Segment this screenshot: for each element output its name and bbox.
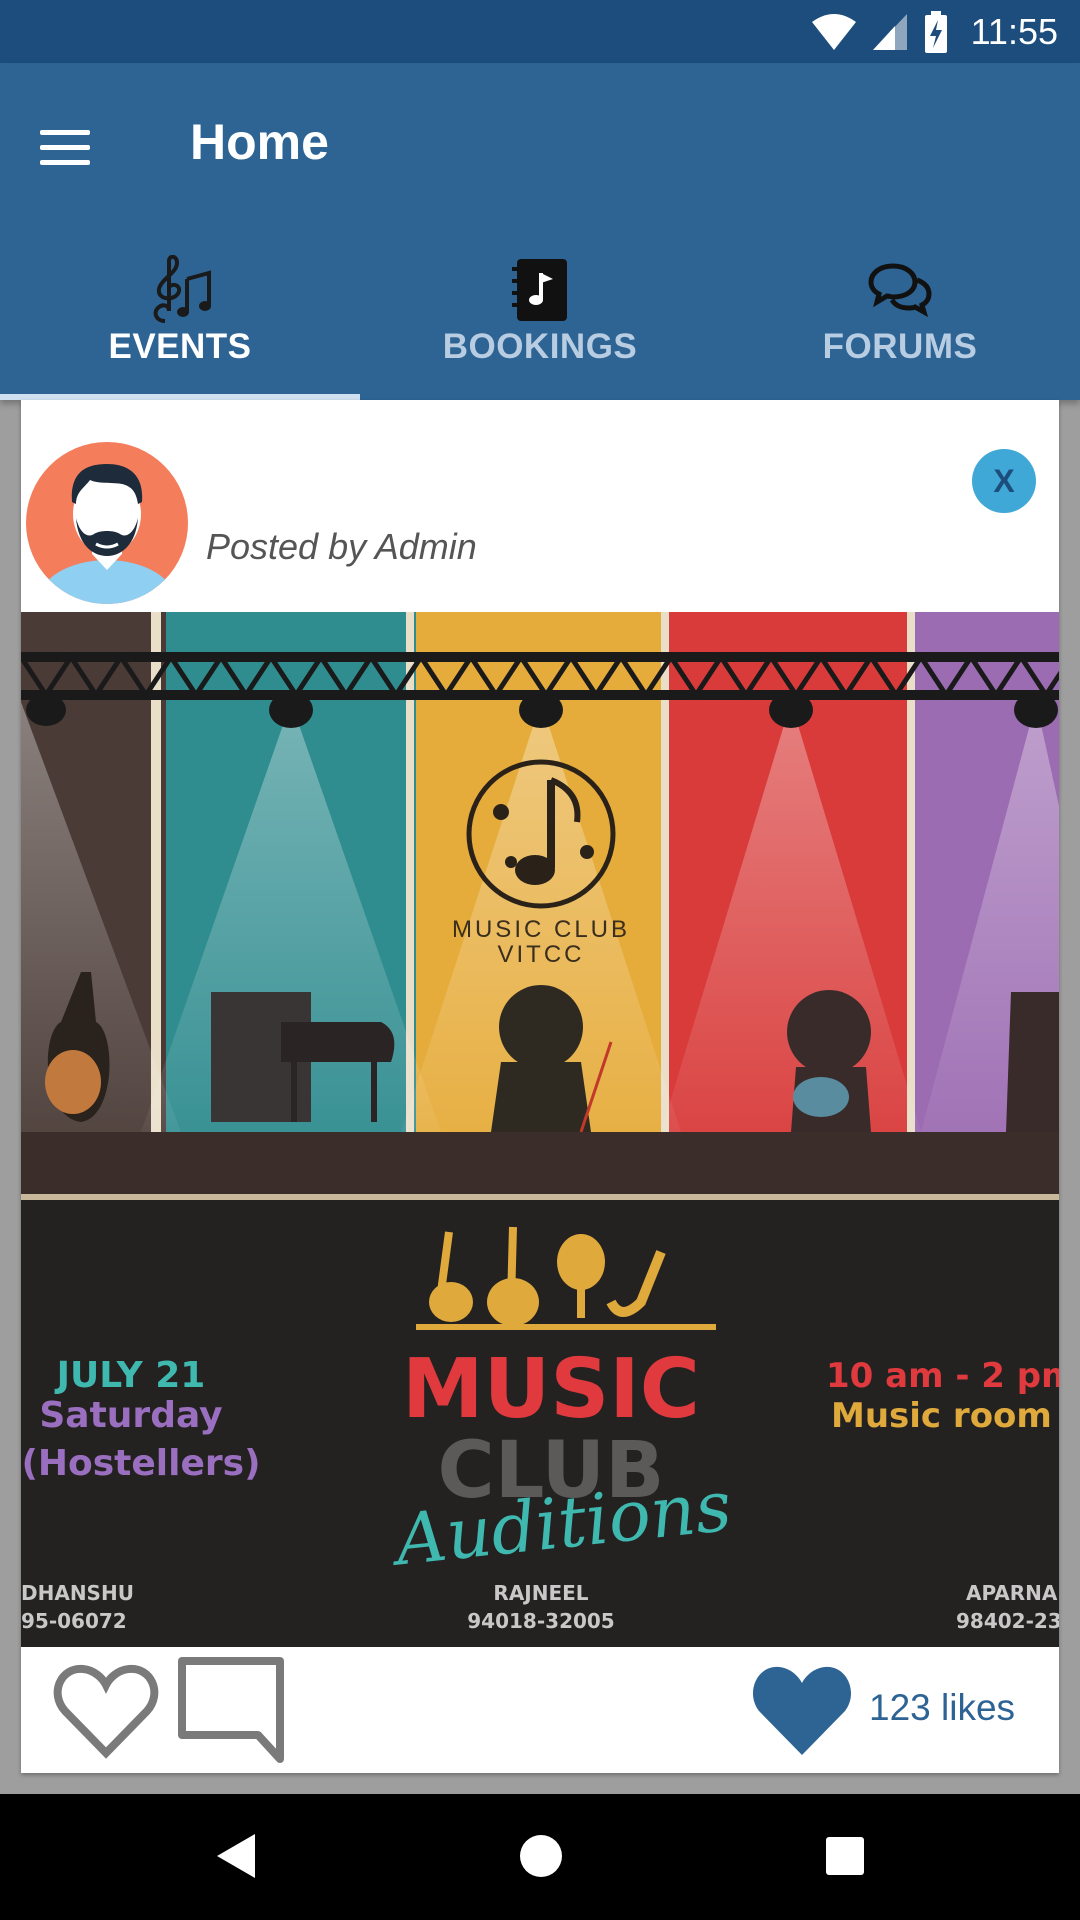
poster-date: JULY 21 <box>54 1355 206 1396</box>
poster-contact-name: APARNA <box>966 1581 1058 1605</box>
poster-logo-text-1: MUSIC CLUB <box>452 916 630 943</box>
event-card[interactable]: Posted by Admin X MUSIC CLUB VITCC MUSIC… <box>21 400 1059 1773</box>
poster-audience: (Hostellers) <box>21 1443 260 1484</box>
tab-forums[interactable]: FORUMS <box>720 223 1080 400</box>
back-icon[interactable] <box>213 1830 259 1882</box>
poster-contact-name: RAJNEEL <box>493 1581 588 1605</box>
poster-time: 10 am - 2 pm <box>826 1356 1059 1396</box>
navigation-bar <box>0 1794 1080 1920</box>
post-actions: 123 likes <box>21 1647 1059 1773</box>
poster-headline-1: MUSIC <box>402 1342 700 1437</box>
heart-filled-icon[interactable] <box>751 1663 853 1757</box>
tab-events[interactable]: EVENTS <box>0 223 360 400</box>
avatar <box>26 442 188 604</box>
chat-bubbles-icon <box>868 263 932 318</box>
poster-day: Saturday <box>39 1395 222 1436</box>
wifi-icon <box>811 14 856 50</box>
music-book-icon <box>512 259 567 321</box>
tab-bar: EVENTS BOOKINGS FORUMS <box>0 223 1080 400</box>
tab-label: BOOKINGS <box>442 327 638 366</box>
poster-venue: Music room <box>831 1396 1052 1436</box>
battery-charging-icon <box>924 11 947 53</box>
likes-count: 123 likes <box>869 1687 1016 1728</box>
event-poster[interactable]: MUSIC CLUB VITCC MUSIC CLUB Auditions JU… <box>21 612 1059 1647</box>
app-bar: Home EVENTS BOOKINGS FORUMS <box>0 63 1080 400</box>
home-icon[interactable] <box>518 1830 564 1882</box>
heart-outline-icon[interactable] <box>51 1661 161 1761</box>
comment-icon[interactable] <box>176 1655 286 1765</box>
poster-contact-phone: 94018-32005 <box>467 1609 614 1633</box>
posted-by-label: Posted by Admin <box>206 526 477 567</box>
hamburger-menu-icon[interactable] <box>40 115 104 179</box>
signal-icon <box>872 14 907 50</box>
recents-icon[interactable] <box>822 1830 868 1882</box>
music-notes-icon <box>153 255 211 323</box>
tab-label: EVENTS <box>108 327 252 366</box>
tab-bookings[interactable]: BOOKINGS <box>360 223 720 400</box>
page-title: Home <box>190 114 329 170</box>
poster-contact-phone: 98402-23 <box>956 1609 1059 1633</box>
poster-contact-name: DHANSHU <box>21 1581 134 1605</box>
clock: 11:55 <box>970 11 1058 52</box>
tab-label: FORUMS <box>822 327 978 366</box>
poster-contact-phone: 95-06072 <box>21 1609 127 1633</box>
poster-logo-text-2: VITCC <box>498 941 585 968</box>
close-button[interactable]: X <box>972 449 1036 513</box>
status-bar: 11:55 <box>0 0 1080 63</box>
